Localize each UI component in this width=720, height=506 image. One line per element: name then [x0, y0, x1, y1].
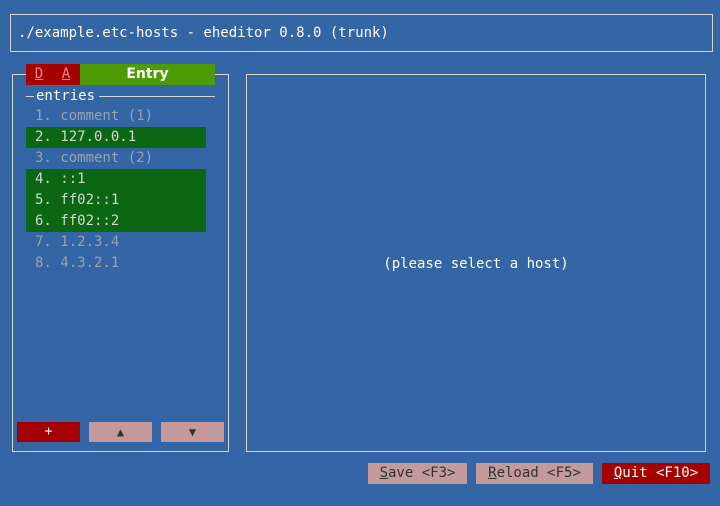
reload-button[interactable]: Reload <F5>: [476, 463, 593, 484]
save-label: ave <F3>: [388, 465, 456, 481]
save-button[interactable]: Save <F3>: [368, 463, 467, 484]
save-accelerator: S: [379, 465, 388, 481]
tab-a[interactable]: A: [52, 64, 80, 85]
list-item[interactable]: 8. 4.3.2.1: [26, 253, 206, 274]
add-entry-button[interactable]: +: [17, 422, 80, 442]
list-item[interactable]: 4. ::1: [26, 169, 206, 190]
tab-entry[interactable]: Entry: [80, 64, 215, 85]
entries-label: entries: [35, 87, 97, 105]
list-item[interactable]: 7. 1.2.3.4: [26, 232, 206, 253]
entries-divider-right: [99, 96, 215, 97]
tab-d[interactable]: D: [26, 64, 52, 85]
move-up-button[interactable]: ▲: [89, 422, 152, 442]
list-item[interactable]: 3. comment (2): [26, 148, 206, 169]
window-title: ./example.etc-hosts - eheditor 0.8.0 (tr…: [18, 25, 389, 41]
select-host-placeholder: (please select a host): [383, 256, 569, 272]
quit-label: uit <F10>: [622, 465, 699, 481]
list-item[interactable]: 2. 127.0.0.1: [26, 127, 206, 148]
quit-button[interactable]: Quit <F10>: [602, 463, 710, 484]
list-item[interactable]: 1. comment (1): [26, 106, 206, 127]
reload-accelerator: R: [488, 465, 497, 481]
entries-divider-left: [26, 96, 34, 97]
list-item[interactable]: 6. ff02::2: [26, 211, 206, 232]
move-down-button[interactable]: ▼: [161, 422, 224, 442]
reload-label: eload <F5>: [496, 465, 581, 481]
list-item[interactable]: 5. ff02::1: [26, 190, 206, 211]
